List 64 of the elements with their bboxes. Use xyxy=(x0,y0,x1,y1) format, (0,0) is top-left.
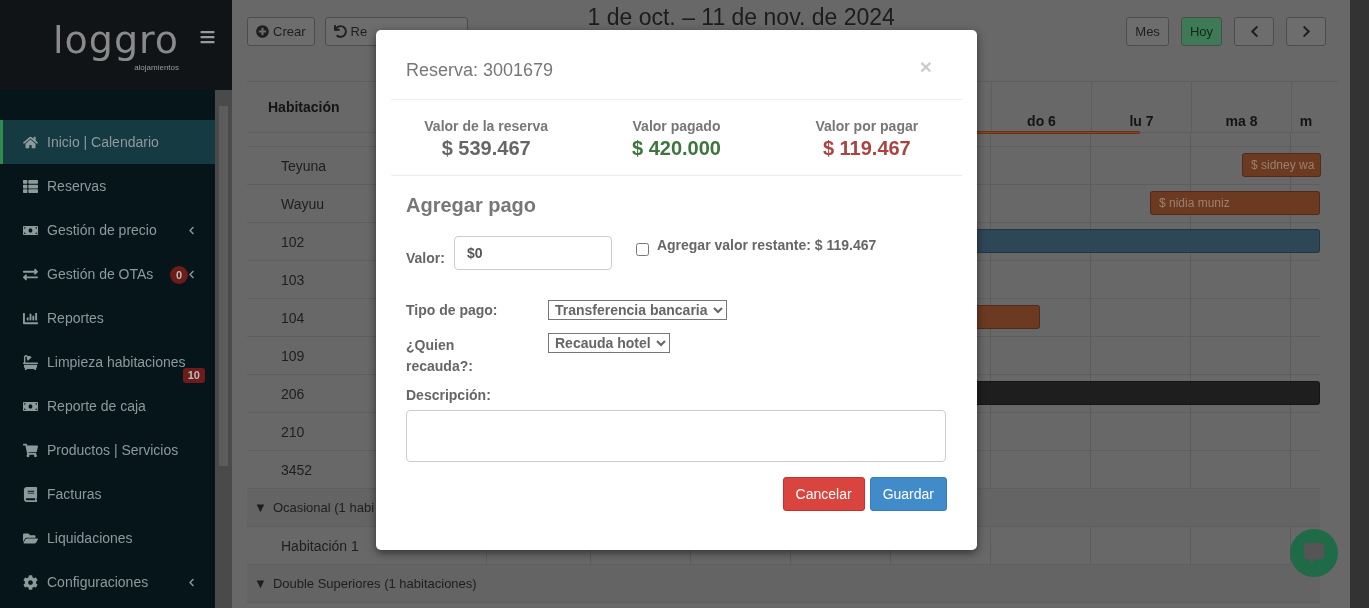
day-header: ma 8 xyxy=(1191,82,1291,132)
dialog-title: Reserva: 3001679 xyxy=(406,60,554,81)
month-button[interactable]: Mes xyxy=(1126,17,1169,46)
sidebar-item[interactable]: Gestión de precio xyxy=(0,208,215,252)
logo-tagline: alojamientos xyxy=(134,63,180,73)
sidebar-item-label: Reportes xyxy=(47,310,104,326)
sidebar-item[interactable]: Liquidaciones xyxy=(0,516,215,560)
sidebar-item-label: Facturas xyxy=(47,486,102,502)
menu-icon[interactable] xyxy=(199,29,216,45)
summary-label: Valor por pagar xyxy=(815,118,919,134)
description-field[interactable] xyxy=(406,410,946,462)
scrollbar[interactable] xyxy=(215,90,232,608)
collector-select[interactable]: Recauda hotel xyxy=(548,333,670,353)
sidebar-item-label: Limpieza habitaciones xyxy=(47,354,186,370)
sidebar-item-label: Gestión de precio xyxy=(47,222,157,238)
sidebar-item-label: Liquidaciones xyxy=(47,530,133,546)
sidebar-item[interactable]: Productos | Servicios xyxy=(0,428,215,472)
sidebar-item[interactable]: Facturas xyxy=(0,472,215,516)
sidebar-item-label: Gestión de OTAs xyxy=(47,266,154,282)
arrows-icon xyxy=(23,266,38,282)
cancel-button[interactable]: Cancelar xyxy=(782,477,865,511)
cart-icon xyxy=(23,442,38,458)
amount-field[interactable]: $0 xyxy=(453,236,612,270)
chat-icon xyxy=(1304,543,1324,563)
sidebar-item[interactable]: Reporte de caja xyxy=(0,384,215,428)
checkbox[interactable] xyxy=(635,243,649,256)
count-badge: 10 xyxy=(182,368,205,383)
sidebar-item[interactable]: Configuraciones xyxy=(0,560,215,604)
checkbox-label: Agregar valor restante: $ 119.467 xyxy=(656,237,877,253)
sidebar-item[interactable]: Inicio | Calendario xyxy=(0,120,215,164)
sidebar-item-label: Reporte de caja xyxy=(47,398,146,414)
day-header: m xyxy=(1291,82,1320,132)
sidebar-item-label: Reservas xyxy=(47,178,107,194)
payment-type-select[interactable]: Transferencia bancaria xyxy=(548,300,727,320)
sidebar-item[interactable]: Reservas xyxy=(0,164,215,208)
sidebar-item[interactable]: Reportes xyxy=(0,296,215,340)
bathtub-icon xyxy=(23,354,38,370)
field-label: ¿Quien recauda?: xyxy=(406,336,474,376)
column-header: Habitación xyxy=(268,99,341,117)
sidebar-item-label: Inicio | Calendario xyxy=(47,134,159,150)
next-button[interactable] xyxy=(1286,17,1326,46)
today-button[interactable]: Hoy xyxy=(1180,17,1222,46)
scrollbar[interactable] xyxy=(1350,0,1369,608)
sidebar-item-label: Configuraciones xyxy=(47,574,149,590)
count-badge: 0 xyxy=(170,266,188,284)
sidebar-item[interactable]: Gestión de OTAs 0 xyxy=(0,252,215,296)
save-button[interactable]: Guardar xyxy=(869,477,947,511)
list-icon xyxy=(23,178,38,194)
book-icon xyxy=(23,486,38,502)
undo-icon xyxy=(333,25,347,38)
house-icon xyxy=(23,134,38,150)
summary-label: Valor pagado xyxy=(632,118,721,134)
summary-amount: $ 420.000 xyxy=(632,137,721,160)
summary-label: Valor de la reserva xyxy=(424,118,549,134)
sidebar-item[interactable]: Limpieza habitaciones 10 xyxy=(0,340,215,384)
date-range-title: 1 de oct. – 11 de nov. de 2024 xyxy=(587,4,895,30)
create-button[interactable]: Crear xyxy=(247,17,315,46)
gear-icon xyxy=(23,574,38,590)
logo-wordmark: loggro xyxy=(52,17,180,63)
sidebar-item-label: Productos | Servicios xyxy=(47,442,179,458)
previous-button[interactable] xyxy=(1234,17,1274,46)
plus-icon xyxy=(256,25,269,38)
summary-amount: $ 119.467 xyxy=(822,137,911,160)
bar-chart-icon xyxy=(23,310,38,326)
